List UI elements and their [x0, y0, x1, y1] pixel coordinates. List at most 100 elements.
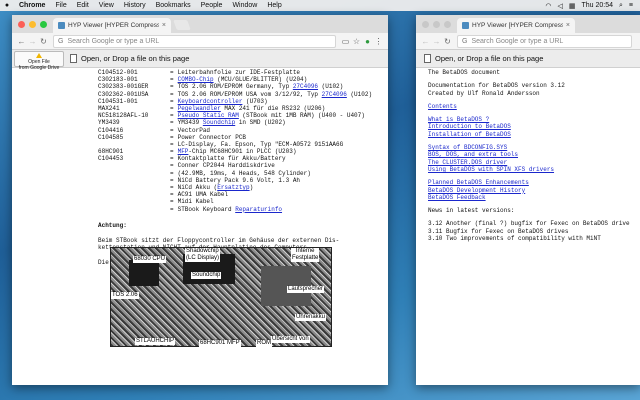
menu-window[interactable]: Window — [227, 2, 262, 9]
parts-row: C104531-001 = Keyboardcontroller (U703) — [18, 98, 388, 105]
tab-close-icon[interactable]: × — [566, 22, 570, 29]
doc-link[interactable]: The CLUSTER.DOS driver — [428, 159, 640, 166]
part-description[interactable]: MFP-Chip MC68HC901 in PLCC (U203) — [174, 148, 297, 155]
reload-icon[interactable]: ↻ — [442, 37, 453, 46]
tab-hyp-viewer[interactable]: HYP Viewer [HYPER Compress... × — [53, 18, 171, 33]
open-from-google-drive-button[interactable]: Open File from Google Drive — [14, 50, 64, 71]
part-description[interactable]: YM3439 Soundchip in SMD (U202) — [174, 119, 286, 126]
tab-title: HYP Viewer [HYPER Compress... — [68, 22, 159, 29]
doc-text-line: News in latest versions: — [428, 207, 515, 215]
part-link[interactable]: Pseudo Static RAM — [178, 112, 239, 119]
part-description[interactable]: TOS 2.06 ROM/EPROM Germany, Typ 27C4096 … — [174, 83, 344, 90]
doc-link[interactable]: Installation of BetaDOS — [428, 131, 640, 138]
part-description: VectorPad — [177, 126, 211, 134]
part-description[interactable]: COMBO-Chip (MCU/GLUE/BLITTER) (U204) — [174, 76, 308, 83]
open-file-dropzone[interactable]: Open, or Drop a file on this page — [70, 54, 189, 63]
photo-label-festplatte: Interne Festplatte — [291, 248, 320, 262]
achtung-heading: Achtung: — [98, 221, 127, 229]
part-description: Midi Kabel — [177, 198, 214, 206]
back-arrow-icon[interactable]: ← — [16, 37, 27, 46]
new-tab-button[interactable] — [173, 20, 191, 30]
forward-arrow-icon[interactable]: → — [27, 37, 38, 46]
part-code — [18, 206, 170, 213]
bookmark-star-icon[interactable]: ☆ — [351, 37, 362, 46]
doc-link[interactable]: Planned BetaDOS Enhancements — [428, 179, 640, 186]
part-code: 68HC901 — [98, 148, 124, 156]
tab-strip-right: HYP Viewer [HYPER Compress... × — [416, 15, 640, 33]
volume-icon[interactable]: ◁ — [554, 2, 565, 10]
apple-icon[interactable]: ● — [0, 2, 14, 9]
hyp-favicon-icon — [462, 22, 469, 29]
forward-arrow-icon[interactable]: → — [431, 37, 442, 46]
doc-link[interactable]: Syntax of BDCONFIG.SYS — [428, 144, 640, 151]
part-link[interactable]: 27C4096 — [293, 83, 318, 90]
part-description[interactable]: NiCd Akku (Ersatztyp) — [174, 184, 254, 191]
menu-view[interactable]: View — [94, 2, 119, 9]
open-file-label-right: Open, or Drop a file on this page — [435, 54, 544, 63]
maximize-window-icon[interactable] — [40, 21, 47, 28]
close-window-icon[interactable] — [422, 21, 429, 28]
minimize-window-icon[interactable] — [29, 21, 36, 28]
part-description[interactable]: TOS 2.06 ROM/EPROM USA vom 3/12/92, Typ … — [174, 91, 372, 98]
notification-center-icon[interactable]: ≡ — [626, 2, 636, 9]
reload-icon[interactable]: ↻ — [38, 37, 49, 46]
tab-close-icon[interactable]: × — [162, 22, 166, 29]
parts-list: C104512-001 = Leiterbahnfolie zur IDE-Fe… — [18, 69, 388, 213]
part-link[interactable]: COMBO-Chip — [178, 76, 214, 83]
address-bar[interactable]: G Search Google or type a URL — [53, 34, 336, 48]
menu-people[interactable]: People — [196, 2, 228, 9]
part-link[interactable]: Ersatztyp — [217, 184, 249, 191]
part-link[interactable]: 27C4096 — [322, 91, 347, 98]
hyp-app-toolbar-right: Open, or Drop a file on this page — [416, 50, 640, 68]
clock-text[interactable]: Thu 20:54 — [578, 2, 616, 9]
part-description: Leiterbahnfolie zur IDE-Festplatte — [177, 69, 301, 76]
extension-icon[interactable]: ● — [362, 37, 373, 46]
doc-link[interactable]: BetaDOS Development History — [428, 187, 640, 194]
menu-edit[interactable]: Edit — [72, 2, 94, 9]
part-description[interactable]: STBook Keyboard Reparaturinfo — [174, 206, 282, 213]
open-file-dropzone-right[interactable]: Open, or Drop a file on this page — [424, 54, 543, 63]
part-description[interactable]: Keyboardcontroller (U703) — [174, 98, 268, 105]
menu-dots-icon[interactable]: ⋮ — [373, 37, 384, 46]
doc-link[interactable]: Contents — [428, 103, 640, 110]
minimize-window-icon[interactable] — [433, 21, 440, 28]
doc-link[interactable]: BetaDOS Feedback — [428, 194, 640, 201]
back-arrow-icon[interactable]: ← — [420, 37, 431, 46]
part-description[interactable]: Pegelwandler MAX 241 für die RS232 (U206… — [174, 105, 326, 112]
doc-link[interactable]: What is BetaDOS ? — [428, 116, 640, 123]
photo-label-shadowchip: Shadowchip (LC Display) — [185, 248, 221, 262]
macos-menubar: ● Chrome File Edit View History Bookmark… — [0, 0, 640, 11]
close-window-icon[interactable] — [18, 21, 25, 28]
left-browser-window: HYP Viewer [HYPER Compress... × ← → ↻ G … — [12, 15, 388, 385]
photo-label-uebersicht: Übersicht von — [271, 336, 310, 343]
menu-chrome[interactable]: Chrome — [14, 2, 50, 9]
doc-link[interactable]: BOS, DOS, and extra tools — [428, 151, 640, 158]
parts-row: = LC-Display, Fa. Epson, Typ "ECM-A0572 … — [18, 141, 388, 148]
tab-strip: HYP Viewer [HYPER Compress... × — [12, 15, 388, 33]
address-bar-right[interactable]: G Search Google or type a URL — [457, 34, 632, 48]
part-link[interactable]: MFP — [178, 148, 189, 155]
parts-row: C302183-001 = COMBO-Chip (MCU/GLUE/BLITT… — [18, 76, 388, 83]
photo-label-rom: ROM — [256, 340, 272, 347]
spotlight-icon[interactable]: ⌕ — [616, 2, 626, 10]
google-g-icon: G — [58, 37, 64, 45]
menu-help[interactable]: Help — [262, 2, 286, 9]
maximize-window-icon[interactable] — [444, 21, 451, 28]
part-code: C302383-001GER — [98, 83, 149, 91]
part-link[interactable]: Pegelwandler — [178, 105, 221, 112]
parts-row: MAX241 = Pegelwandler MAX 241 für die RS… — [18, 105, 388, 112]
menu-file[interactable]: File — [50, 2, 71, 9]
part-link[interactable]: Keyboardcontroller — [178, 98, 243, 105]
doc-link[interactable]: Introduction to BetaDOS — [428, 123, 640, 130]
cast-icon[interactable]: ▭ — [340, 37, 351, 46]
wifi-icon[interactable]: ◠ — [542, 2, 554, 10]
flag-icon[interactable]: ▦ — [566, 2, 579, 10]
part-link[interactable]: Reparaturinfo — [235, 206, 282, 213]
part-code: NC518128AFL-10 — [98, 112, 149, 120]
doc-link[interactable]: Using BetaDOS with SPIN XFS drivers — [428, 166, 640, 173]
menu-history[interactable]: History — [119, 2, 151, 9]
part-description[interactable]: Pseudo Static RAM (STBook mit 1MB RAM) (… — [174, 112, 365, 119]
part-link[interactable]: Soundchip — [203, 119, 235, 126]
tab-hyp-viewer-right[interactable]: HYP Viewer [HYPER Compress... × — [457, 18, 575, 33]
menu-bookmarks[interactable]: Bookmarks — [151, 2, 196, 9]
